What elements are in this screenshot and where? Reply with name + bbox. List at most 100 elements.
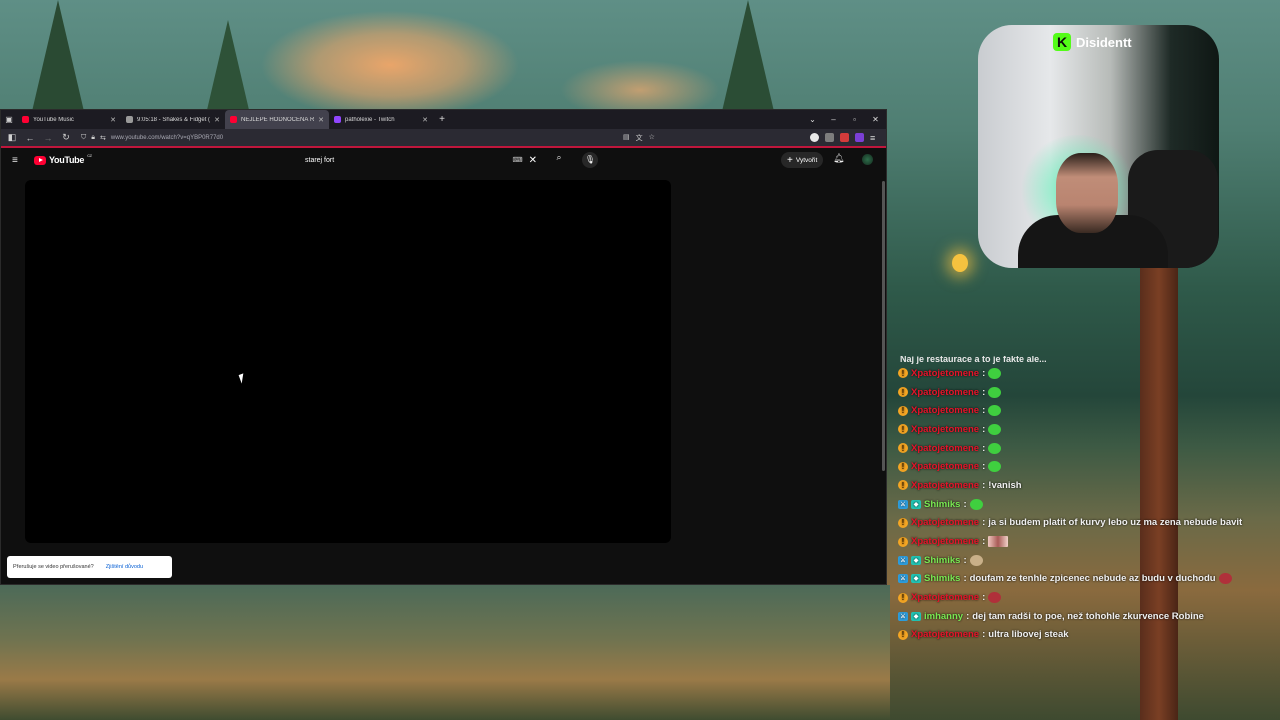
maximize-button[interactable]: ▫ <box>844 115 865 124</box>
tab-bar: ▣ YouTube Music ✕ 9:05:18 - Shakes & Fidge… <box>1 110 886 129</box>
address-bar[interactable]: ⛉ 🔒︎ ⇆ www.youtube.com/watch?v=qYBP0R77d… <box>77 131 617 145</box>
warn-badge-icon: ! <box>898 405 908 416</box>
toast-link[interactable]: Zjištění důvodu <box>106 564 143 570</box>
chat-separator: : <box>963 554 967 566</box>
new-tab-button[interactable]: + <box>433 114 451 125</box>
sub-badge-icon: ◆ <box>911 499 921 509</box>
tab-label: NEJLEPE HODNOCENÁ RESTAU <box>241 116 315 123</box>
chat-separator: : <box>966 610 970 622</box>
window-controls: ⌄ – ▫ ✕ <box>802 115 886 124</box>
chat-username[interactable]: Shimiks <box>924 573 960 584</box>
chat-username[interactable]: Shimiks <box>924 499 960 510</box>
microphone-icon[interactable]: 🎙︎ <box>582 152 598 168</box>
reload-button[interactable]: ↻ <box>59 132 73 143</box>
translate-icon[interactable]: 文 <box>636 133 643 143</box>
emote-icon <box>1218 573 1232 585</box>
tab-favicon-icon <box>126 116 133 123</box>
shield-icon[interactable]: ⛉ <box>81 134 86 142</box>
hamburger-menu-icon[interactable]: ≡ <box>12 155 26 166</box>
chat-separator: : <box>982 442 986 454</box>
sidebar-toggle-icon[interactable]: ◧ <box>5 132 19 143</box>
create-button[interactable]: + Vytvořit <box>781 152 824 168</box>
youtube-logo[interactable]: YouTube CZ <box>34 153 92 165</box>
minimize-button[interactable]: – <box>823 115 844 124</box>
warn-badge-icon: ! <box>898 424 908 435</box>
plus-icon: + <box>787 154 793 166</box>
chat-text: !vanish <box>988 479 1022 491</box>
youtube-logo-text: YouTube <box>49 155 85 165</box>
chat-username[interactable]: Xpatojetomene <box>911 629 979 640</box>
search-icon[interactable]: ⌕ <box>551 152 567 168</box>
emote-icon <box>988 536 1009 548</box>
emote-icon <box>988 367 1002 379</box>
extension-icon[interactable] <box>825 133 834 142</box>
tab-label: 9:05:18 - Shakes & Fidget (29.1 <box>137 116 211 123</box>
sunset-cloud <box>260 10 520 120</box>
youtube-header: ≡ YouTube CZ starej fort ⌨ ✕ ⌕ 🎙︎ + Vytv… <box>1 148 886 172</box>
chat-separator: : <box>982 592 986 604</box>
chat-username[interactable]: Xpatojetomene <box>911 405 979 416</box>
menu-icon[interactable]: ≡ <box>870 133 882 143</box>
tab-close-icon[interactable]: ✕ <box>110 116 116 124</box>
chat-username[interactable]: Xpatojetomene <box>911 592 979 603</box>
tab-label: patholexie - Twitch <box>345 116 395 123</box>
tab-list-icon[interactable]: ▣ <box>1 110 17 129</box>
tab-close-icon[interactable]: ✕ <box>214 116 220 124</box>
forward-button[interactable]: → <box>41 133 55 143</box>
emote-icon <box>988 386 1002 398</box>
chat-username[interactable]: imhanny <box>924 611 963 622</box>
tab-3[interactable]: patholexie - Twitch ✕ <box>329 110 433 129</box>
chat-text: doufam ze tenhle zpicenec nebude az budu… <box>969 573 1216 585</box>
chat-username[interactable]: Shimiks <box>924 555 960 566</box>
country-code: CZ <box>87 153 92 158</box>
reader-view-icon[interactable]: ▤ <box>623 133 630 143</box>
lock-icon[interactable]: 🔒︎ <box>91 134 95 142</box>
warn-badge-icon: ! <box>898 517 908 528</box>
permissions-icon[interactable]: ⇆ <box>100 134 106 142</box>
tab-close-icon[interactable]: ✕ <box>422 116 428 124</box>
extension-icon[interactable] <box>840 133 849 142</box>
chat-username[interactable]: Xpatojetomene <box>911 480 979 491</box>
chat-text: ultra libovej steak <box>988 629 1069 641</box>
avatar[interactable] <box>862 154 873 165</box>
tab-0[interactable]: YouTube Music ✕ <box>17 110 121 129</box>
playback-interrupted-toast: Přerušuje se video přerušované? Zjištění… <box>7 556 172 578</box>
chat-text: ja si budem platit of kurvy lebo uz ma z… <box>988 517 1243 529</box>
close-window-button[interactable]: ✕ <box>865 115 886 124</box>
video-player[interactable] <box>25 180 671 543</box>
toast-message: Přerušuje se video přerušované? <box>13 564 94 570</box>
chat-username[interactable]: Xpatojetomene <box>911 536 979 547</box>
emote-icon <box>988 592 1002 604</box>
tab-1[interactable]: 9:05:18 - Shakes & Fidget (29.1✕ <box>121 110 225 129</box>
scrollbar[interactable] <box>882 181 885 471</box>
sub-badge-icon: ◆ <box>911 611 921 621</box>
tab-overflow-icon[interactable]: ⌄ <box>802 115 823 124</box>
tab-strip: YouTube Music ✕ 9:05:18 - Shakes & Fidget … <box>17 110 433 129</box>
chat-username[interactable]: Xpatojetomene <box>911 368 979 379</box>
search-box[interactable]: starej fort ⌨ ✕ <box>299 152 545 168</box>
chat-username[interactable]: Xpatojetomene <box>911 387 979 398</box>
chat-separator: : <box>982 517 986 529</box>
chat-username[interactable]: Xpatojetomene <box>911 424 979 435</box>
clear-search-icon[interactable]: ✕ <box>529 155 537 166</box>
tab-2[interactable]: NEJLEPE HODNOCENÁ RESTAU✕ <box>225 110 329 129</box>
lake-background <box>0 585 890 720</box>
tab-close-icon[interactable]: ✕ <box>318 116 324 124</box>
chat-separator: : <box>982 629 986 641</box>
bookmark-star-icon[interactable]: ☆ <box>649 133 655 143</box>
chat-username[interactable]: Xpatojetomene <box>911 443 979 454</box>
chat-username[interactable]: Xpatojetomene <box>911 461 979 472</box>
extension-icon[interactable] <box>855 133 864 142</box>
warn-badge-icon: ! <box>898 629 908 640</box>
notifications-bell-icon[interactable]: 🔔︎ <box>833 153 844 164</box>
extension-icon[interactable] <box>810 133 819 142</box>
streamer-face <box>1056 153 1118 233</box>
chat-username[interactable]: Xpatojetomene <box>911 517 979 528</box>
keyboard-icon[interactable]: ⌨ <box>513 156 523 164</box>
chat-separator: : <box>982 461 986 473</box>
back-button[interactable]: ← <box>23 133 37 143</box>
pine-tree <box>30 0 86 120</box>
warn-badge-icon: ! <box>898 461 908 472</box>
search-input[interactable]: starej fort <box>299 157 513 164</box>
chat-message: ! Xpatojetomene : <box>898 401 1268 420</box>
